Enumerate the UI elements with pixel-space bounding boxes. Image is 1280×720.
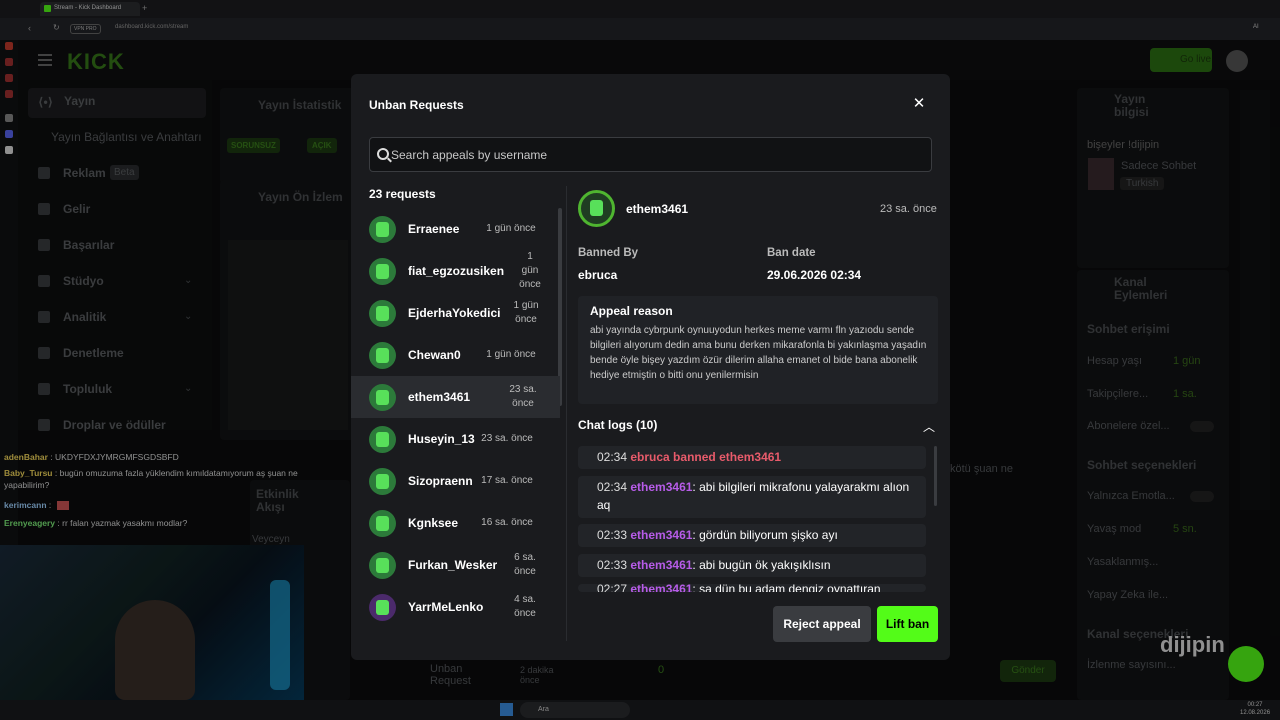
appeal-heading: Appeal reason <box>590 304 673 318</box>
list-item[interactable]: Chewan0 1 gün önce <box>351 334 560 376</box>
chat-log-entry: 02:34 ethem3461: abi bilgileri mikrafonu… <box>578 476 926 518</box>
avatar <box>369 552 396 579</box>
request-username: ethem3461 <box>408 390 471 404</box>
avatar <box>578 190 615 227</box>
list-item[interactable]: Sizopraenn 17 sa. önce <box>351 460 560 502</box>
request-time: 1 gün önce <box>486 223 536 234</box>
avatar <box>369 216 396 243</box>
request-username: Furkan_Wesker <box>408 558 498 572</box>
request-time: 4 sa. önce <box>514 594 536 619</box>
chat-log-entry: 02:33 ethem3461: gördün biliyorum şişko … <box>578 524 926 547</box>
request-time: 17 sa. önce <box>481 475 533 486</box>
banned-by-value: ebruca <box>578 268 618 282</box>
list-item[interactable]: YarrMeLenko 4 sa. önce <box>351 586 560 628</box>
ban-date-label: Ban date <box>767 247 816 259</box>
detail-username: ethem3461 <box>626 202 689 216</box>
banned-by-label: Banned By <box>578 247 639 259</box>
list-item[interactable]: Huseyin_13 23 sa. önce <box>351 418 560 460</box>
chat-log-entry: 02:33 ethem3461: abi bugün ök yakışıklıs… <box>578 554 926 577</box>
appeal-text: abi yayında cybrpunk oynuuyodun herkes m… <box>590 325 927 381</box>
request-time: 1 gün önce <box>519 251 541 290</box>
request-username: Huseyin_13 <box>408 432 475 446</box>
request-username: EjderhaYokedici <box>408 306 501 320</box>
avatar <box>369 468 396 495</box>
request-time: 23 sa. önce <box>481 433 533 444</box>
request-time: 23 sa. önce <box>509 384 537 409</box>
avatar <box>369 300 396 327</box>
list-divider <box>566 186 567 641</box>
list-item[interactable]: ethem3461 23 sa. önce <box>351 376 560 418</box>
request-time: 1 gün önce <box>513 300 539 325</box>
lift-ban-button[interactable]: Lift ban <box>877 606 938 642</box>
chat-logs-heading: Chat logs (10) <box>578 418 658 432</box>
request-username: Chewan0 <box>408 348 461 362</box>
chat-log-entry: 02:34 ebruca banned ethem3461 <box>578 446 926 469</box>
list-item[interactable]: Erraenee 1 gün önce <box>351 208 560 250</box>
request-time: 16 sa. önce <box>481 517 533 528</box>
modal-title: Unban Requests <box>369 98 464 112</box>
avatar <box>369 510 396 537</box>
request-username: Sizopraenn <box>408 474 473 488</box>
close-icon[interactable]: ✕ <box>912 96 926 112</box>
avatar <box>369 594 396 621</box>
request-count: 23 requests <box>369 187 436 201</box>
avatar <box>369 342 396 369</box>
request-time: 1 gün önce <box>486 349 536 360</box>
request-time: 6 sa. önce <box>514 552 536 577</box>
ban-date-value: 29.06.2026 02:34 <box>767 268 862 282</box>
request-username: Erraenee <box>408 222 460 236</box>
list-item[interactable]: Furkan_Wesker 6 sa. önce <box>351 544 560 586</box>
request-username: YarrMeLenko <box>408 600 484 614</box>
chat-log-entry: 02:27 ethem3461: sa dün bu adam dengiz o… <box>578 584 926 592</box>
chat-logs-scrollbar[interactable] <box>934 446 937 506</box>
search-icon <box>377 148 389 160</box>
list-item[interactable]: Kgnksee 16 sa. önce <box>351 502 560 544</box>
detail-time: 23 sa. önce <box>880 203 937 215</box>
request-username: fiat_egzozusiken <box>408 264 505 278</box>
reject-appeal-button[interactable]: Reject appeal <box>773 606 871 642</box>
list-item[interactable]: fiat_egzozusiken 1 gün önce <box>351 250 560 292</box>
avatar <box>369 426 396 453</box>
avatar <box>369 258 396 285</box>
list-item[interactable]: EjderhaYokedici 1 gün önce <box>351 292 560 334</box>
search-input[interactable] <box>391 145 911 165</box>
chevron-up-icon[interactable]: ︿ <box>923 418 935 435</box>
request-username: Kgnksee <box>408 516 459 530</box>
avatar <box>369 384 396 411</box>
